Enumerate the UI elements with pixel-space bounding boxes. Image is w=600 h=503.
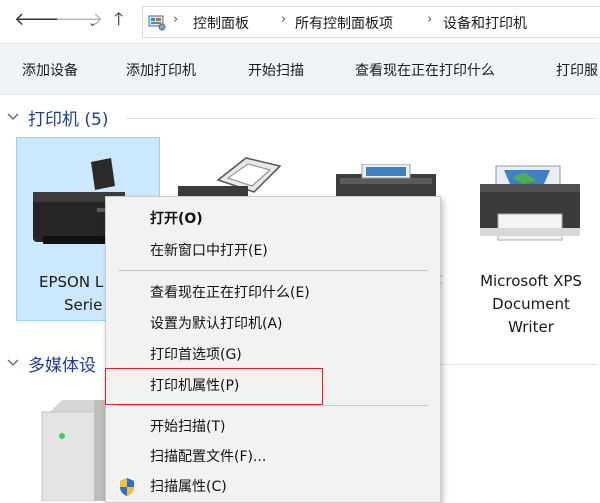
menu-item-label: 查看现在正在打印什么(E)	[150, 285, 310, 301]
print-server-button[interactable]: 打印服	[556, 60, 598, 80]
up-button[interactable]: 🡑	[114, 9, 123, 31]
breadcrumb-all-items[interactable]: 所有控制面板项	[295, 13, 393, 33]
breadcrumb-devices-printers[interactable]: 设备和打印机	[443, 13, 527, 33]
breadcrumb-control-panel[interactable]: 控制面板	[193, 13, 249, 33]
breadcrumb-separator: ›	[281, 12, 287, 27]
breadcrumb-separator: ›	[173, 12, 179, 27]
menu-item-label: 扫描属性(C)	[150, 479, 227, 495]
breadcrumb-separator: ›	[427, 12, 433, 27]
device-label: Document	[492, 295, 570, 313]
xps-printer-icon	[480, 165, 580, 241]
menu-item-scan-properties[interactable]: 扫描属性(C)	[106, 471, 440, 501]
group-divider	[438, 364, 598, 365]
see-whats-printing-button[interactable]: 查看现在正在打印什么	[355, 60, 495, 80]
uac-shield-icon	[120, 478, 134, 496]
context-menu: 打开(O) 在新窗口中打开(E) 查看现在正在打印什么(E) 设置为默认打印机(…	[105, 196, 441, 503]
menu-item-scan-profiles[interactable]: 扫描配置文件(F)...	[106, 441, 440, 471]
device-fax[interactable]	[168, 150, 310, 200]
address-bar: 🡐 🡒 ⌄ 🡑 › 控制面板 › 所有控制面板项 › 设备和打印机	[0, 0, 600, 42]
menu-item-set-default-printer[interactable]: 设置为默认打印机(A)	[106, 308, 440, 338]
menu-item-start-scan[interactable]: 开始扫描(T)	[106, 411, 440, 441]
add-printer-button[interactable]: 添加打印机	[126, 60, 196, 80]
arrow-up-icon: 🡑	[114, 9, 124, 30]
menu-item-label: 打印首选项(G)	[150, 347, 242, 363]
menu-item-label: 扫描配置文件(F)...	[150, 449, 267, 465]
menu-item-printing-preferences[interactable]: 打印首选项(G)	[106, 339, 440, 369]
menu-item-see-whats-printing[interactable]: 查看现在正在打印什么(E)	[106, 277, 440, 307]
fax-icon	[178, 157, 282, 200]
device-microsoft-xps[interactable]: Microsoft XPS Document Writer	[460, 160, 600, 340]
menu-item-label: 设置为默认打印机(A)	[150, 316, 283, 332]
menu-item-open[interactable]: 打开(O)	[106, 203, 440, 233]
highlight-annotation-box	[105, 368, 323, 405]
media-server-icon	[41, 400, 106, 501]
chevron-down-icon	[7, 359, 19, 367]
address-box[interactable]: › 控制面板 › 所有控制面板项 › 设备和打印机	[142, 6, 600, 38]
menu-item-open-new-window[interactable]: 在新窗口中打开(E)	[106, 235, 440, 265]
device-label: Writer	[508, 318, 554, 336]
start-scan-button[interactable]: 开始扫描	[248, 60, 304, 80]
menu-separator	[118, 405, 428, 406]
control-panel-icon	[148, 15, 166, 31]
group-divider	[126, 118, 596, 119]
add-device-button[interactable]: 添加设备	[22, 60, 78, 80]
multimedia-group-label: 多媒体设	[28, 356, 96, 376]
menu-item-label: 在新窗口中打开(E)	[150, 243, 268, 259]
menu-item-label: 打开(O)	[150, 211, 203, 227]
chevron-down-icon: ⌄	[88, 16, 98, 29]
command-toolbar: 添加设备 添加打印机 开始扫描 查看现在正在打印什么 打印服	[0, 43, 600, 95]
printers-group-header[interactable]: 打印机 (5)	[0, 103, 600, 133]
printers-group-label: 打印机 (5)	[28, 110, 109, 130]
device-label: Microsoft XPS	[480, 272, 582, 290]
menu-item-label: 开始扫描(T)	[150, 419, 226, 435]
recent-locations-button[interactable]: ⌄	[88, 12, 97, 34]
chevron-down-icon	[7, 113, 19, 121]
menu-separator	[118, 270, 428, 271]
